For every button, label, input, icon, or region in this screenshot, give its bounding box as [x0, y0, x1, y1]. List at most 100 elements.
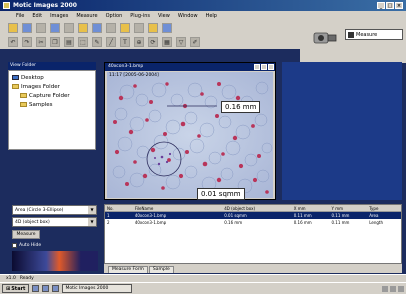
- image-window[interactable]: 40xcon3-1.bmp 11:17 [2005-06-2004] 0.16 …: [104, 62, 276, 200]
- cut-icon[interactable]: ✂: [36, 37, 46, 47]
- redo-icon[interactable]: ↷: [22, 37, 32, 47]
- quicklaunch-desktop-icon[interactable]: [42, 285, 50, 292]
- folder-icon[interactable]: [120, 23, 130, 33]
- chevron-down-icon: ▼: [88, 218, 96, 226]
- zoom-level: x1.0: [6, 276, 16, 281]
- tab-measure-form[interactable]: Measure Form: [108, 266, 148, 273]
- table-cell: 0.11 mm: [331, 220, 350, 225]
- shape-dropdown-value: Area (Circle 3-Ellipse): [15, 207, 64, 213]
- tree-item-samples[interactable]: Samples: [12, 100, 92, 109]
- column-header[interactable]: FileName: [133, 206, 222, 211]
- menu-help[interactable]: Help: [206, 13, 217, 19]
- table-cell: 40xcon3-1.bmp: [134, 213, 167, 218]
- start-button[interactable]: ⊞ Start: [2, 284, 30, 293]
- measure-action-button[interactable]: Measure: [12, 230, 40, 239]
- shape-dropdown[interactable]: Area (Circle 3-Ellipse) ▼: [12, 205, 97, 215]
- start-label: Start: [11, 285, 26, 292]
- settings-icon[interactable]: [134, 23, 144, 33]
- open-icon[interactable]: [8, 23, 18, 33]
- column-header[interactable]: Type: [367, 206, 401, 211]
- quicklaunch-mail-icon[interactable]: [52, 285, 60, 292]
- capture-icon[interactable]: [78, 23, 88, 33]
- menu-measure[interactable]: Measure: [76, 13, 97, 19]
- print-icon[interactable]: [36, 23, 46, 33]
- folder-icon: [12, 84, 19, 89]
- image-window-title-bar[interactable]: 40xcon3-1.bmp: [105, 63, 275, 71]
- table-cell: 0.16 mm: [293, 220, 312, 225]
- menu-edit[interactable]: Edit: [32, 13, 42, 19]
- image-maximize-icon[interactable]: [261, 64, 267, 70]
- tray-icon[interactable]: [390, 285, 396, 292]
- undo-icon[interactable]: ↶: [8, 37, 18, 47]
- object-dropdown[interactable]: 4D (object box) ▼: [12, 217, 97, 227]
- grid-icon[interactable]: ▦: [162, 37, 172, 47]
- save-icon[interactable]: [22, 23, 32, 33]
- menu-window[interactable]: Window: [178, 13, 198, 19]
- gallery-icon[interactable]: [148, 23, 158, 33]
- copy-icon[interactable]: ❐: [50, 37, 60, 47]
- checkbox-box[interactable]: [12, 242, 17, 248]
- tab-sample[interactable]: Sample: [148, 266, 174, 273]
- close-icon[interactable]: ×: [395, 2, 403, 9]
- results-table: No. FileName 4D (object box) X mm Y mm T…: [104, 204, 402, 264]
- column-header[interactable]: No.: [105, 206, 133, 211]
- desktop-icon: [12, 75, 19, 80]
- folder-icon: [20, 102, 27, 107]
- menu-images[interactable]: Images: [50, 13, 68, 19]
- scan-icon[interactable]: [64, 23, 74, 33]
- filter-icon[interactable]: ▽: [176, 37, 186, 47]
- text-icon[interactable]: T: [120, 37, 130, 47]
- image-close-icon[interactable]: [268, 64, 274, 70]
- measure-button[interactable]: Measure: [345, 29, 403, 40]
- menu-option[interactable]: Option: [106, 13, 123, 19]
- micrograph-image[interactable]: [107, 72, 273, 198]
- toolbar-tools: ↶ ↷ ✂ ❐ ▤ ⬚ ✎ ╱ T ⊕ ⟳ ▦ ▽ ✐: [0, 35, 300, 49]
- menu-plugins[interactable]: Plug-ins: [130, 13, 150, 19]
- taskbar-app-label: Motic Images 2000: [65, 286, 109, 291]
- quicklaunch-ie-icon[interactable]: [32, 285, 40, 292]
- measure-button-label: Measure: [356, 31, 378, 38]
- table-cell: Area: [369, 213, 379, 218]
- line-icon[interactable]: ╱: [106, 37, 116, 47]
- table-row[interactable]: 2 40xcon3-1.bmp 0.16 mm 0.16 mm 0.11 mm …: [105, 219, 401, 226]
- image-timestamp: 11:17 [2005-06-2004]: [109, 73, 159, 78]
- menu-file[interactable]: File: [16, 13, 24, 19]
- measure-icon: [348, 31, 354, 38]
- tray-icon[interactable]: [382, 285, 388, 292]
- table-cell: 0.11 mm: [331, 213, 350, 218]
- brush-icon[interactable]: ✐: [190, 37, 200, 47]
- camera-icon[interactable]: [106, 23, 116, 33]
- microscope-camera-icon[interactable]: [312, 27, 338, 49]
- tray-icon[interactable]: [398, 285, 404, 292]
- title-bar: Motic Images 2000 _ □ ×: [0, 0, 406, 11]
- folder-icon: [20, 93, 27, 98]
- menu-bar: File Edit Images Measure Option Plug-ins…: [0, 11, 406, 21]
- column-header[interactable]: 4D (object box): [222, 206, 292, 211]
- table-row[interactable]: 1 40xcon3-1.bmp 0.01 sqmm 0.11 mm 0.11 m…: [105, 212, 401, 219]
- pen-icon[interactable]: ✎: [92, 37, 102, 47]
- length-measurement-label: 0.16 mm: [221, 101, 261, 113]
- maximize-icon[interactable]: □: [386, 2, 394, 9]
- taskbar-app-button[interactable]: Motic Images 2000: [62, 284, 133, 293]
- paste-icon[interactable]: ▤: [64, 37, 74, 47]
- tree-item-images-folder[interactable]: Images Folder: [12, 82, 92, 91]
- video-icon[interactable]: [92, 23, 102, 33]
- email-icon[interactable]: [50, 23, 60, 33]
- autohide-checkbox[interactable]: Auto Hide: [12, 241, 82, 249]
- image-minimize-icon[interactable]: [254, 64, 260, 70]
- column-header[interactable]: Y mm: [329, 206, 367, 211]
- menu-view[interactable]: View: [158, 13, 170, 19]
- tree-item-desktop[interactable]: Desktop: [12, 73, 92, 82]
- zoom-icon[interactable]: ⊕: [134, 37, 144, 47]
- minimize-icon[interactable]: _: [377, 2, 385, 9]
- column-header[interactable]: X mm: [292, 206, 330, 211]
- rotate-icon[interactable]: ⟳: [148, 37, 158, 47]
- chevron-down-icon: ▼: [88, 206, 96, 214]
- select-icon[interactable]: ⬚: [78, 37, 88, 47]
- system-tray: [382, 285, 404, 292]
- tree-item-capture-folder[interactable]: Capture Folder: [12, 91, 92, 100]
- thumbnail-strip[interactable]: [12, 251, 98, 271]
- table-header: No. FileName 4D (object box) X mm Y mm T…: [105, 205, 401, 212]
- info-icon[interactable]: [162, 23, 172, 33]
- table-tabs: Measure Form Sample: [104, 264, 402, 273]
